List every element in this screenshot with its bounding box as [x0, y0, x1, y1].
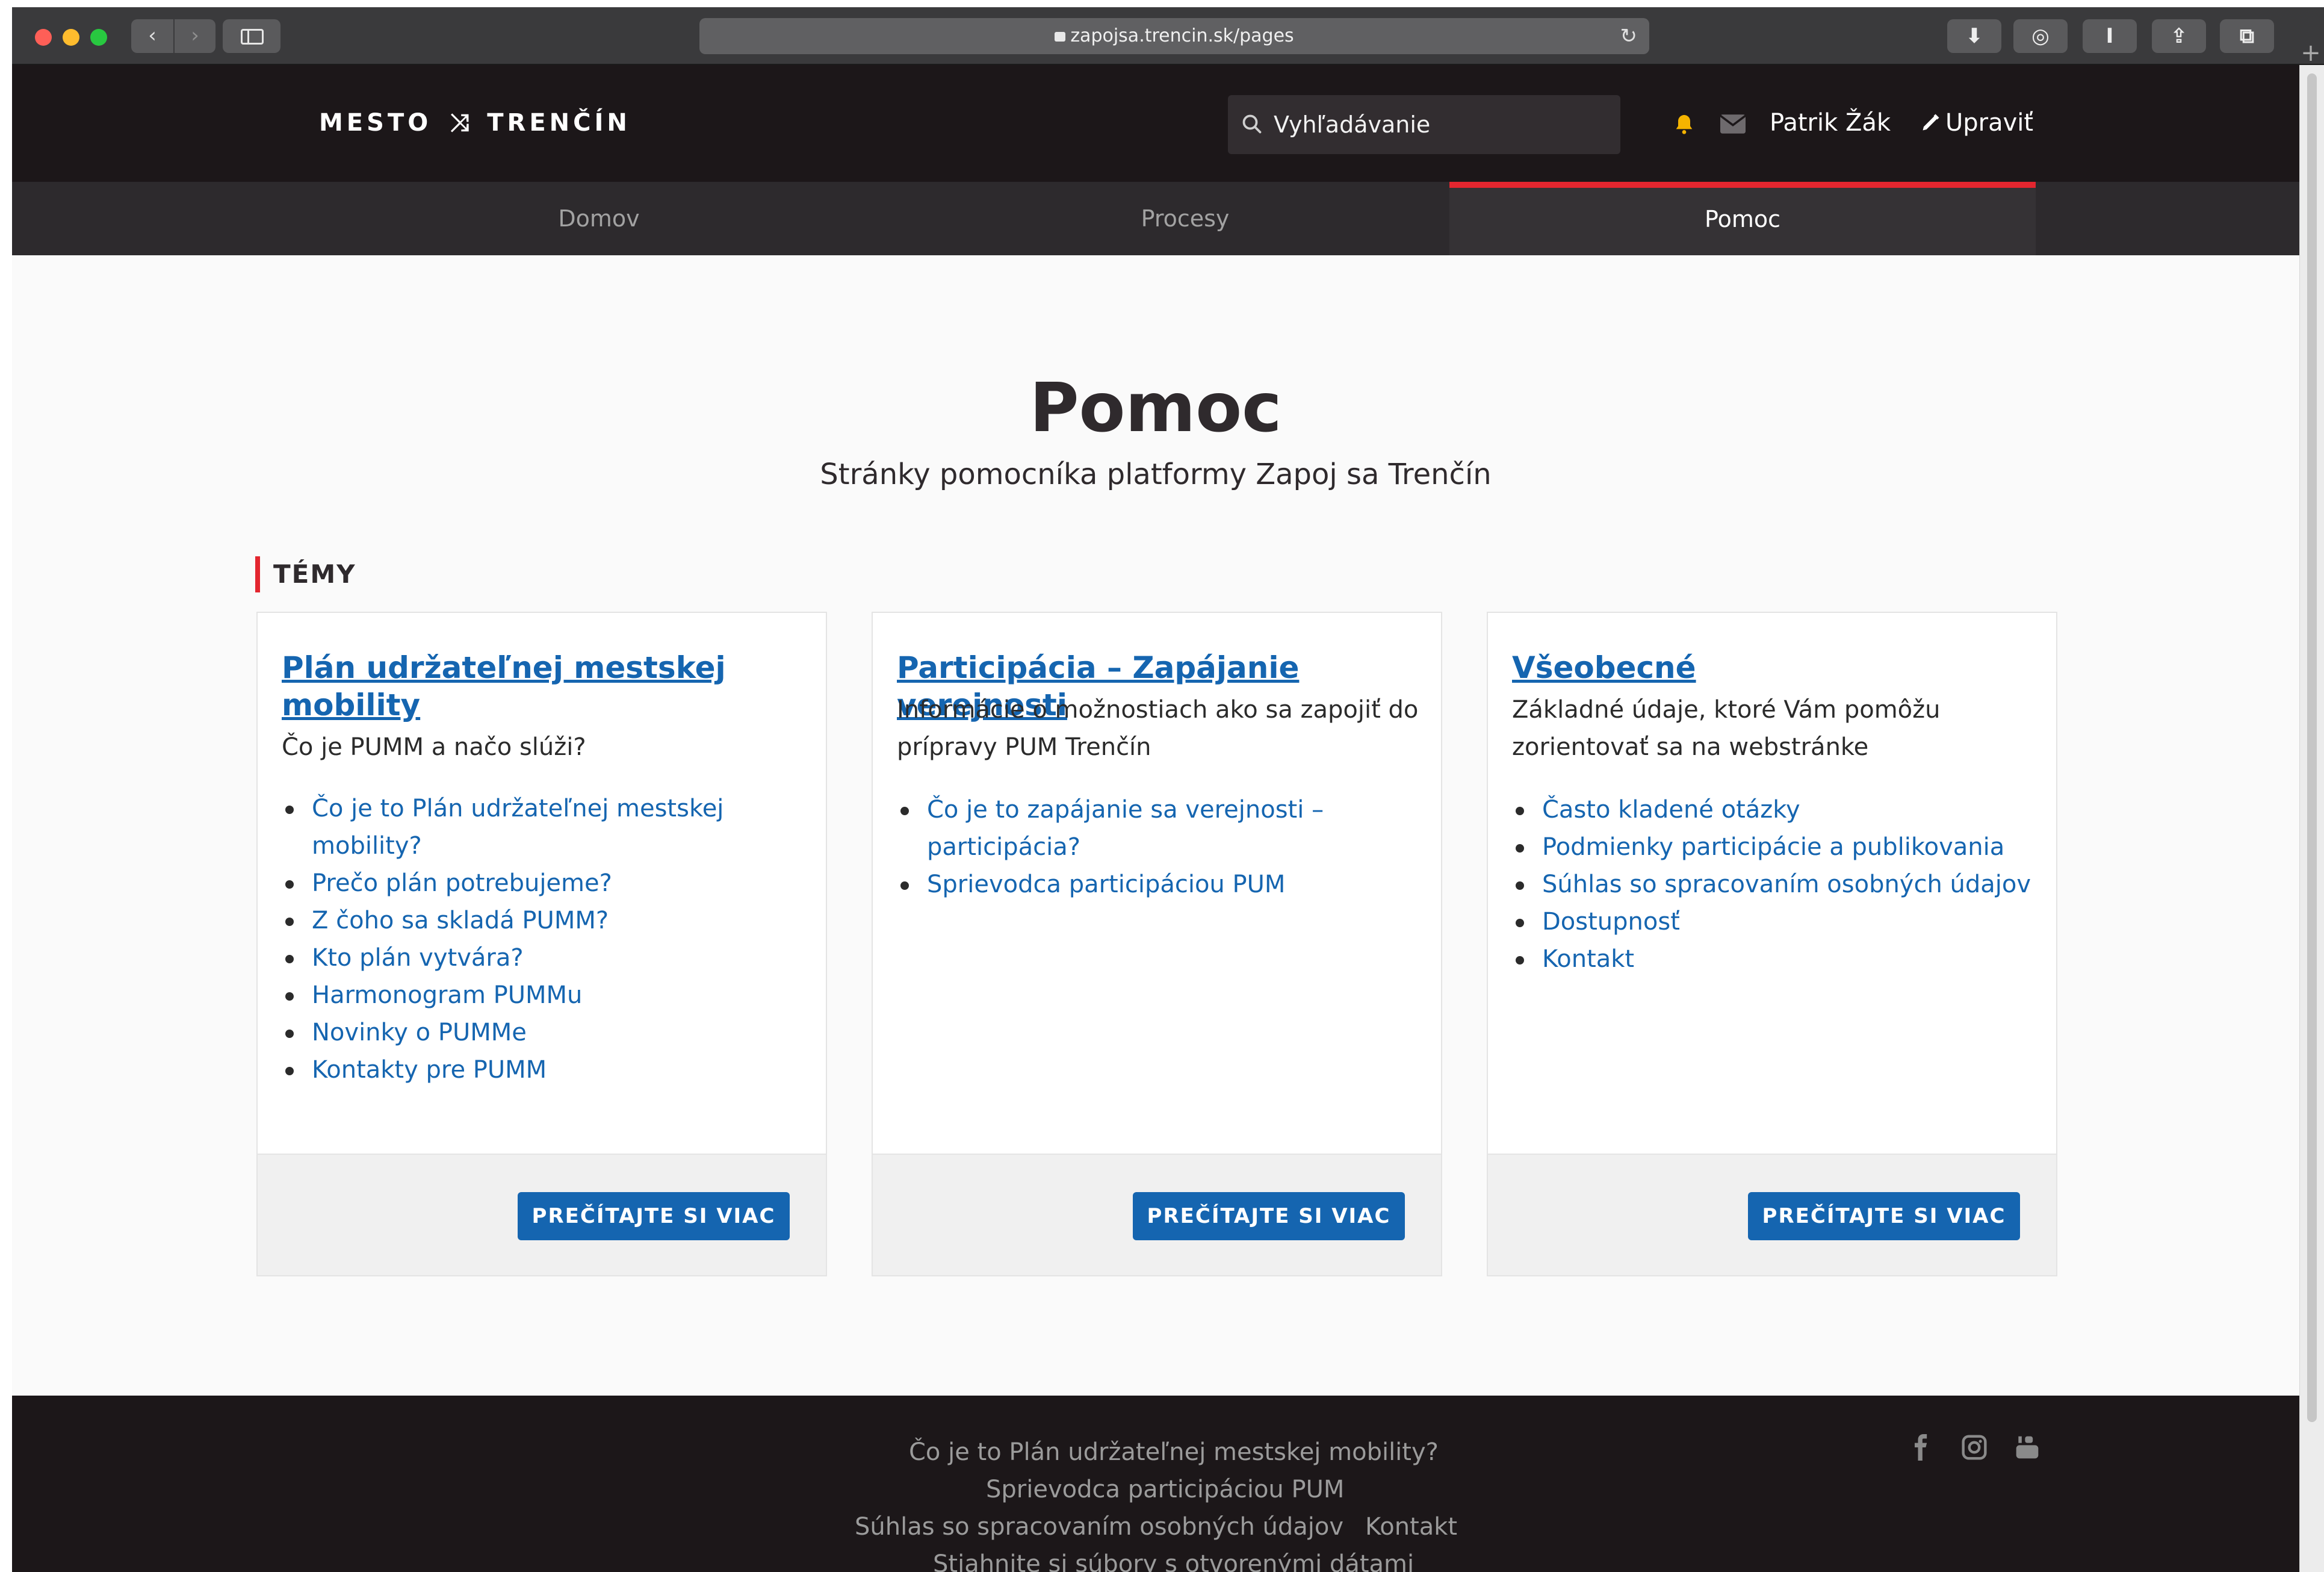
list-item[interactable]: Čo je to zapájanie sa verejnosti – parti…: [897, 791, 1427, 866]
footer-link-pumm[interactable]: Čo je to Plán udržateľnej mestskej mobil…: [909, 1434, 1439, 1470]
search-input[interactable]: [1274, 95, 1611, 154]
nav-item-domov[interactable]: Domov: [306, 182, 892, 255]
card-description: Čo je PUMM a načo slúži?: [282, 733, 586, 761]
logo-text-right: TRENČÍN: [487, 109, 631, 137]
list-item[interactable]: Harmonogram PUMMu: [282, 977, 811, 1014]
minimize-window-button[interactable]: [63, 29, 79, 46]
page-subtitle: Stránky pomocníka platformy Zapoj sa Tre…: [820, 458, 1492, 491]
instagram-icon[interactable]: [1961, 1434, 1988, 1461]
card-link-list: Čo je to zapájanie sa verejnosti – parti…: [897, 791, 1427, 903]
card-description: Informácie o možnostiach ako sa zapojiť …: [897, 696, 1419, 761]
site-logo[interactable]: MESTO ⤨ TRENČÍN: [319, 110, 631, 136]
card-footer: PREČÍTAJTE SI VIAC: [258, 1154, 826, 1275]
messages-envelope-icon[interactable]: [1720, 114, 1746, 134]
list-item[interactable]: Kto plán vytvára?: [282, 939, 811, 977]
edit-label: Upraviť: [1945, 109, 2034, 137]
topic-card-vseobecne: Všeobecné Základné údaje, ktoré Vám pomô…: [1487, 612, 2057, 1276]
tabs-overview-button[interactable]: ⧉: [2220, 19, 2274, 53]
nav-item-procesy[interactable]: Procesy: [892, 182, 1478, 255]
forward-button[interactable]: ›: [173, 19, 215, 53]
facebook-icon[interactable]: [1908, 1434, 1935, 1461]
card-footer: PREČÍTAJTE SI VIAC: [873, 1154, 1441, 1275]
list-item[interactable]: Prečo plán potrebujeme?: [282, 865, 811, 902]
close-window-button[interactable]: [35, 29, 52, 46]
logo-text-left: MESTO: [319, 109, 432, 137]
reader-button[interactable]: I: [2083, 19, 2137, 53]
read-more-button[interactable]: PREČÍTAJTE SI VIAC: [1133, 1192, 1405, 1240]
list-item[interactable]: Súhlas so spracovaním osobných údajov: [1512, 866, 2042, 903]
site-header: MESTO ⤨ TRENČÍN Patrik Žák Upraviť: [12, 65, 2299, 182]
read-more-button[interactable]: PREČÍTAJTE SI VIAC: [1748, 1192, 2020, 1240]
share-icon: ⇪: [2170, 24, 2188, 48]
card-link-list: Často kladené otázky Podmienky participá…: [1512, 791, 2042, 978]
card-footer: PREČÍTAJTE SI VIAC: [1488, 1154, 2056, 1275]
address-url: zapojsa.trencin.sk/pages: [1070, 25, 1294, 46]
topics-section-label: TÉMY: [255, 556, 356, 592]
logo-mark-icon: ⤨: [450, 109, 469, 137]
card-title-link[interactable]: Plán udržateľnej mestskej mobility: [282, 649, 805, 724]
list-item[interactable]: Kontakt: [1512, 940, 2042, 978]
list-item[interactable]: Sprievodca participáciou PUM: [897, 866, 1427, 903]
footer-link-open-data[interactable]: Stiahnite si súbory s otvorenými dátami: [933, 1546, 1414, 1572]
download-icon: ⬇: [1965, 24, 1983, 48]
list-item[interactable]: Podmienky participácie a publikovania: [1512, 828, 2042, 866]
sidebar-toggle-button[interactable]: [223, 19, 280, 53]
tabs-icon: ⧉: [2239, 24, 2255, 48]
back-button[interactable]: ‹: [131, 19, 173, 53]
list-item[interactable]: Novinky o PUMMe: [282, 1014, 811, 1051]
pencil-icon: [1923, 114, 1939, 131]
topic-card-participacia: Participácia – Zapájanie verejnosti Info…: [872, 612, 1442, 1276]
site-footer: Čo je to Plán udržateľnej mestskej mobil…: [12, 1396, 2299, 1572]
nav-item-pomoc[interactable]: Pomoc: [1449, 182, 2036, 255]
card-title-link[interactable]: Všeobecné: [1512, 649, 2036, 686]
password-icon: ◎: [2031, 24, 2050, 48]
list-item[interactable]: Z čoho sa skladá PUMM?: [282, 902, 811, 939]
user-profile-link[interactable]: Patrik Žák: [1770, 106, 1891, 140]
page-title: Pomoc: [1029, 369, 1282, 447]
main-navigation: Domov Procesy Pomoc: [12, 182, 2299, 255]
password-manager-button[interactable]: ◎: [2013, 19, 2068, 53]
new-tab-button[interactable]: +: [2298, 40, 2324, 66]
history-buttons: ‹ ›: [131, 19, 215, 53]
list-item[interactable]: Dostupnosť: [1512, 903, 2042, 940]
page-scrollbar[interactable]: [2299, 65, 2324, 1572]
search-icon: [1242, 114, 1262, 134]
address-bar[interactable]: zapojsa.trencin.sk/pages ↻: [699, 18, 1649, 54]
sidebar-icon: [241, 29, 264, 45]
zoom-window-button[interactable]: [90, 29, 107, 46]
footer-link-gdpr[interactable]: Súhlas so spracovaním osobných údajov: [855, 1509, 1343, 1545]
reload-icon[interactable]: ↻: [1620, 18, 1638, 54]
footer-link-sprievodca[interactable]: Sprievodca participáciou PUM: [986, 1471, 1344, 1508]
browser-toolbar: ‹ › zapojsa.trencin.sk/pages ↻ ⬇ ◎ I ⇪ ⧉…: [12, 7, 2324, 66]
downloads-button[interactable]: ⬇: [1947, 19, 2001, 53]
share-button[interactable]: ⇪: [2152, 19, 2206, 53]
card-link-list: Čo je to Plán udržateľnej mestskej mobil…: [282, 790, 811, 1089]
youtube-icon[interactable]: [2014, 1434, 2040, 1461]
edit-profile-link[interactable]: Upraviť: [1920, 106, 2033, 140]
read-more-button[interactable]: PREČÍTAJTE SI VIAC: [518, 1192, 790, 1240]
notifications-bell-icon[interactable]: [1672, 112, 1696, 136]
scrollbar-thumb[interactable]: [2307, 73, 2317, 1422]
list-item[interactable]: Čo je to Plán udržateľnej mestskej mobil…: [282, 790, 811, 865]
list-item[interactable]: Kontakty pre PUMM: [282, 1051, 811, 1089]
search-box: [1228, 95, 1620, 154]
card-description: Základné údaje, ktoré Vám pomôžu zorient…: [1512, 696, 1941, 761]
list-item[interactable]: Často kladené otázky: [1512, 791, 2042, 828]
lock-icon: [1055, 31, 1066, 42]
footer-link-kontakt[interactable]: Kontakt: [1365, 1509, 1457, 1545]
topic-card-pumm: Plán udržateľnej mestskej mobility Čo je…: [256, 612, 827, 1276]
page-viewport: MESTO ⤨ TRENČÍN Patrik Žák Upraviť Domov: [12, 65, 2299, 1572]
text-cursor-icon: I: [2106, 24, 2114, 48]
